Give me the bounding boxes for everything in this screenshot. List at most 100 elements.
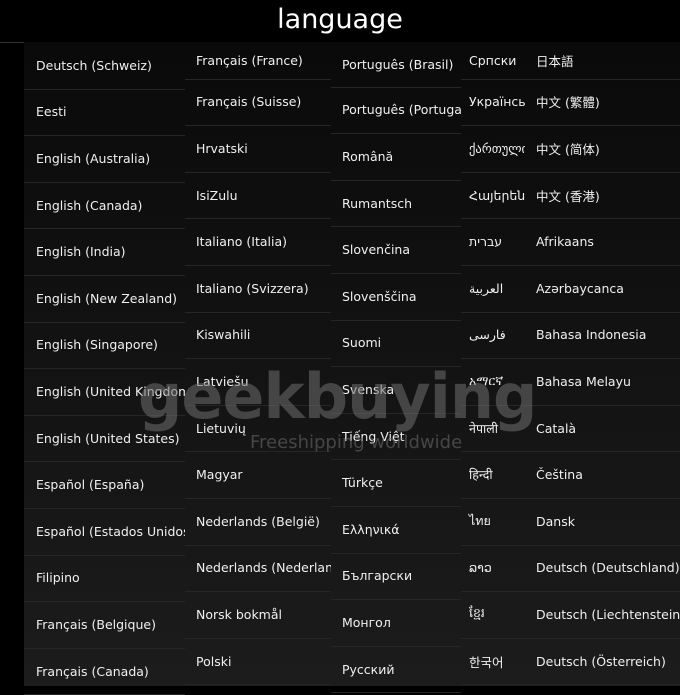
language-option-label: Bahasa Indonesia — [536, 327, 647, 343]
language-option[interactable]: Română — [331, 133, 461, 181]
language-option[interactable]: English (United Kingdom) — [24, 368, 185, 416]
language-option[interactable]: Български — [331, 553, 461, 601]
language-option[interactable]: Deutsch (Schweiz) — [24, 42, 185, 90]
language-option-label: English (United Kingdom) — [36, 383, 185, 399]
language-option-label: English (New Zealand) — [36, 290, 178, 306]
language-option[interactable]: Svenska — [331, 366, 461, 414]
language-option-label: Nederlands (Nederland) — [196, 560, 331, 576]
language-option-label: Kiswahili — [196, 327, 251, 343]
language-option[interactable]: Lietuvių — [185, 405, 331, 453]
language-option[interactable]: עברית — [461, 218, 525, 266]
language-option[interactable]: Français (Suisse) — [185, 79, 331, 127]
language-option[interactable]: Suomi — [331, 320, 461, 368]
language-option[interactable]: Dansk — [525, 498, 680, 546]
language-option[interactable]: Norsk bokmål — [185, 591, 331, 639]
language-option-label: Tiếng Việt — [342, 428, 405, 444]
language-option[interactable]: Nederlands (België) — [185, 498, 331, 546]
language-option[interactable]: Українська — [461, 79, 525, 127]
language-option[interactable]: Filipino — [24, 555, 185, 603]
language-option[interactable]: Latviešu — [185, 358, 331, 406]
language-option-label: Svenska — [342, 381, 395, 397]
language-option-label: Română — [342, 148, 394, 164]
language-option-label: ქართული — [469, 140, 525, 156]
language-option-label: Монгол — [342, 614, 391, 630]
language-option-label: ລາວ — [469, 560, 492, 576]
language-option-label: English (United States) — [36, 430, 180, 446]
language-option[interactable]: Azərbaycanca — [525, 265, 680, 313]
language-option-label: ខ្មែរ — [469, 604, 485, 620]
language-option-label: Lietuvių — [196, 420, 246, 436]
language-option[interactable]: Nederlands (Nederland) — [185, 545, 331, 593]
language-column-4: Српски Українська ქართული Հայերեն עברית العرب… — [461, 42, 525, 686]
language-option-label: Српски — [469, 52, 517, 68]
language-option[interactable]: IsiZulu — [185, 172, 331, 220]
language-option[interactable]: Bahasa Indonesia — [525, 312, 680, 360]
language-column-3: Português (Brasil) Português (Portugal) Ro… — [331, 42, 461, 694]
language-option[interactable]: Català — [525, 405, 680, 453]
language-option[interactable]: Français (France) — [185, 42, 331, 80]
language-option[interactable]: Polski — [185, 638, 331, 686]
language-option[interactable]: አማርኛ — [461, 358, 525, 406]
language-option[interactable]: English (Australia) — [24, 135, 185, 183]
language-option[interactable]: Français (Belgique) — [24, 601, 185, 649]
language-option[interactable]: Português (Portugal) — [331, 87, 461, 135]
language-option[interactable]: Eesti — [24, 89, 185, 137]
language-option-label: ไทย — [469, 513, 491, 529]
language-option-label: English (Canada) — [36, 197, 143, 213]
language-option[interactable]: Afrikaans — [525, 218, 680, 266]
language-option[interactable]: Italiano (Svizzera) — [185, 265, 331, 313]
language-option[interactable]: Rumantsch — [331, 180, 461, 228]
language-option-label: IsiZulu — [196, 187, 238, 203]
language-option[interactable]: Deutsch (Deutschland) — [525, 545, 680, 593]
language-option[interactable]: हिन्दी — [461, 451, 525, 499]
language-option-label: Українська — [469, 94, 525, 110]
language-option-label: Rumantsch — [342, 195, 413, 211]
language-option-label: Français (Belgique) — [36, 616, 156, 632]
language-option[interactable]: Español (España) — [24, 461, 185, 509]
language-option[interactable]: Deutsch (Liechtenstein) — [525, 591, 680, 639]
language-option[interactable]: Հայերեն — [461, 172, 525, 220]
language-option[interactable]: العربية — [461, 265, 525, 313]
language-option[interactable]: Kiswahili — [185, 312, 331, 360]
language-option-label: Deutsch (Schweiz) — [36, 57, 152, 73]
language-option[interactable]: Türkçe — [331, 459, 461, 507]
language-option[interactable]: English (Canada) — [24, 182, 185, 230]
language-option[interactable]: English (New Zealand) — [24, 275, 185, 323]
language-option[interactable]: Српски — [461, 42, 525, 80]
language-option[interactable]: Português (Brasil) — [331, 42, 461, 88]
language-option[interactable]: Ελληνικά — [331, 506, 461, 554]
language-option[interactable]: Bahasa Melayu — [525, 358, 680, 406]
language-option[interactable]: 中文 (繁體) — [525, 79, 680, 127]
language-option[interactable]: 中文 (香港) — [525, 172, 680, 220]
language-option[interactable]: Español (Estados Unidos) — [24, 508, 185, 556]
language-option[interactable]: Français (Canada) — [24, 648, 185, 695]
language-option-label: Dansk — [536, 513, 575, 529]
language-option[interactable]: 한국어 — [461, 638, 525, 686]
language-option[interactable]: Deutsch (Österreich) — [525, 638, 680, 686]
language-option[interactable]: English (Singapore) — [24, 322, 185, 370]
language-option[interactable]: Монгол — [331, 599, 461, 647]
language-option[interactable]: Русский — [331, 646, 461, 694]
language-option[interactable]: 日本語 — [525, 42, 680, 80]
language-option[interactable]: Slovenčina — [331, 226, 461, 274]
language-option[interactable]: Italiano (Italia) — [185, 218, 331, 266]
language-option-label: Русский — [342, 661, 395, 677]
language-option-label: Filipino — [36, 570, 80, 586]
language-option[interactable]: ქართული — [461, 125, 525, 173]
language-option[interactable]: Slovenščina — [331, 273, 461, 321]
language-option-label: Français (Canada) — [36, 663, 149, 679]
language-option[interactable]: Tiếng Việt — [331, 413, 461, 461]
language-option-label: English (Australia) — [36, 150, 151, 166]
language-option[interactable]: Magyar — [185, 451, 331, 499]
language-option[interactable]: नेपाली — [461, 405, 525, 453]
language-option-label: Հայերեն — [469, 187, 525, 203]
language-option[interactable]: ไทย — [461, 498, 525, 546]
language-option[interactable]: ខ្មែរ — [461, 591, 525, 639]
language-option[interactable]: English (India) — [24, 228, 185, 276]
language-option[interactable]: فارسی — [461, 312, 525, 360]
language-option[interactable]: Čeština — [525, 451, 680, 499]
language-option[interactable]: Hrvatski — [185, 125, 331, 173]
language-option[interactable]: English (United States) — [24, 415, 185, 463]
language-option[interactable]: 中文 (简体) — [525, 125, 680, 173]
language-option[interactable]: ລາວ — [461, 545, 525, 593]
